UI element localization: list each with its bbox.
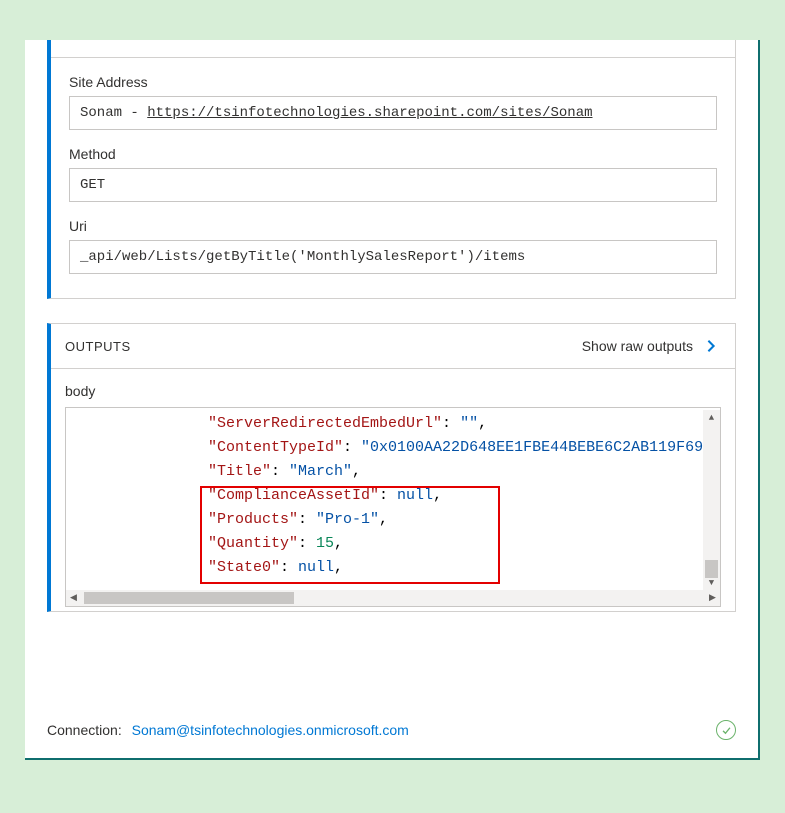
show-raw-label: Show raw outputs — [582, 338, 693, 354]
flow-run-details-panel: Site Address Sonam - https://tsinfotechn… — [25, 40, 760, 760]
outputs-card: OUTPUTS Show raw outputs body "ServerRed… — [47, 323, 736, 612]
field-uri: Uri _api/web/Lists/getByTitle('MonthlySa… — [69, 218, 717, 274]
field-method: Method GET — [69, 146, 717, 202]
connection-info: Connection: Sonam@tsinfotechnologies.onm… — [47, 722, 409, 738]
scroll-arrow-right-icon[interactable]: ▶ — [705, 590, 720, 606]
outputs-title: OUTPUTS — [65, 339, 131, 354]
show-raw-outputs-link[interactable]: Show raw outputs — [582, 336, 721, 356]
inputs-card: Site Address Sonam - https://tsinfotechn… — [47, 40, 736, 299]
scrollbar-vertical[interactable]: ▲ ▼ — [703, 410, 720, 590]
outputs-header: OUTPUTS Show raw outputs — [51, 324, 735, 369]
inputs-card-top-border — [51, 40, 735, 58]
site-address-link[interactable]: https://tsinfotechnologies.sharepoint.co… — [147, 105, 592, 121]
body-code-box[interactable]: "ServerRedirectedEmbedUrl": "","ContentT… — [65, 407, 721, 607]
site-address-label: Site Address — [69, 74, 717, 90]
method-label: Method — [69, 146, 717, 162]
chevron-right-icon — [701, 336, 721, 356]
method-value[interactable]: GET — [69, 168, 717, 202]
scroll-arrow-down-icon[interactable]: ▼ — [703, 575, 720, 590]
uri-label: Uri — [69, 218, 717, 234]
json-output-lines: "ServerRedirectedEmbedUrl": "","ContentT… — [66, 408, 720, 584]
field-site-address: Site Address Sonam - https://tsinfotechn… — [69, 74, 717, 130]
site-address-prefix: Sonam - — [80, 105, 147, 121]
uri-value[interactable]: _api/web/Lists/getByTitle('MonthlySalesR… — [69, 240, 717, 274]
scrollbar-horizontal[interactable]: ◀ ▶ — [66, 590, 720, 606]
success-check-icon — [716, 720, 736, 740]
connection-footer: Connection: Sonam@tsinfotechnologies.onm… — [47, 720, 736, 740]
outputs-body-section: body "ServerRedirectedEmbedUrl": "","Con… — [51, 369, 735, 611]
scroll-arrow-up-icon[interactable]: ▲ — [703, 410, 720, 425]
scroll-thumb-horizontal[interactable] — [84, 592, 294, 604]
scroll-arrow-left-icon[interactable]: ◀ — [66, 590, 81, 606]
site-address-value[interactable]: Sonam - https://tsinfotechnologies.share… — [69, 96, 717, 130]
body-label: body — [65, 383, 721, 399]
connection-email-link[interactable]: Sonam@tsinfotechnologies.onmicrosoft.com — [132, 722, 409, 738]
connection-label: Connection: — [47, 722, 122, 738]
